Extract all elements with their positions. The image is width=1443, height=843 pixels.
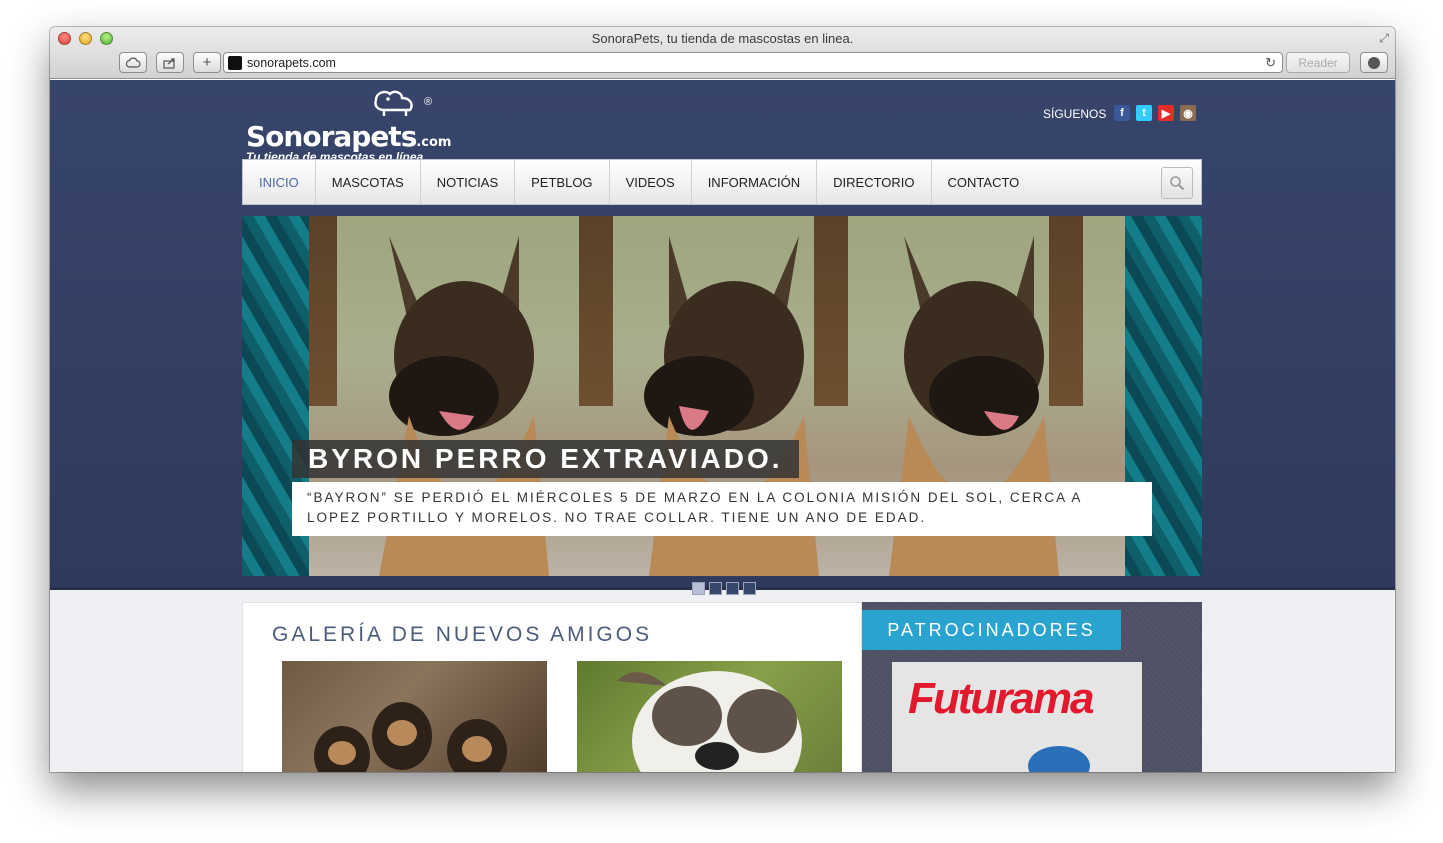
twitter-icon[interactable]: t — [1136, 105, 1152, 121]
web-page: ® Sonorapets.com Tu tienda de mascotas e… — [50, 80, 1395, 772]
logo-name: Sonorapets — [246, 120, 417, 153]
icloud-tabs-button[interactable] — [119, 52, 147, 73]
window-title: SonoraPets, tu tienda de mascostas en li… — [591, 31, 854, 46]
add-bookmark-button[interactable]: + — [193, 52, 221, 73]
slider-dot[interactable] — [692, 582, 705, 595]
nav-item-informacion[interactable]: INFORMACIÓN — [692, 160, 818, 204]
nav-item-inicio[interactable]: INICIO — [243, 160, 316, 204]
sponsor-graphic — [1028, 746, 1090, 772]
slider-dot[interactable] — [743, 582, 756, 595]
share-button[interactable] — [156, 52, 184, 73]
slider-pagination — [692, 582, 756, 595]
browser-toolbar: SonoraPets, tu tienda de mascostas en li… — [50, 27, 1395, 152]
sponsor-banner[interactable]: Futurama — [892, 662, 1142, 772]
slider-dot[interactable] — [726, 582, 739, 595]
slide-tree — [309, 216, 337, 406]
sponsor-logo-text: Futurama — [908, 674, 1094, 723]
nav-item-mascotas[interactable]: MASCOTAS — [316, 160, 421, 204]
search-button[interactable] — [1161, 167, 1193, 199]
featured-slider[interactable]: BYRON PERRO EXTRAVIADO. “BAYRON” SE PERD… — [242, 216, 1202, 576]
dog-logo-icon — [374, 90, 413, 116]
logo-suffix: .com — [416, 135, 452, 150]
search-icon — [1170, 176, 1185, 191]
social-links: f t ▶ ◉ — [1114, 105, 1196, 121]
address-bar[interactable]: sonorapets.com ↻ — [223, 52, 1283, 73]
slide-tree — [579, 216, 613, 406]
logo-text: Sonorapets.com — [246, 120, 451, 153]
cloud-icon — [125, 57, 141, 68]
site-logo[interactable]: ® Sonorapets.com Tu tienda de mascotas e… — [246, 88, 451, 164]
reload-icon[interactable]: ↻ — [1265, 55, 1276, 71]
instagram-icon[interactable]: ◉ — [1180, 105, 1196, 121]
fullscreen-icon[interactable]: ⤢ — [1379, 31, 1389, 46]
youtube-icon[interactable]: ▶ — [1158, 105, 1174, 121]
bulldog-image — [617, 671, 802, 772]
downloads-button[interactable] — [1360, 52, 1388, 73]
gallery-title: GALERÍA DE NUEVOS AMIGOS — [272, 623, 653, 646]
gallery-thumbnail[interactable] — [577, 661, 842, 772]
nav-item-contacto[interactable]: CONTACTO — [932, 160, 1036, 204]
share-icon — [163, 57, 175, 69]
nav-item-videos[interactable]: VIDEOS — [610, 160, 692, 204]
slide-description: “BAYRON” SE PERDIÓ EL MIÉRCOLES 5 DE MAR… — [292, 482, 1152, 536]
gallery-thumbnail[interactable] — [282, 661, 547, 772]
browser-window: SonoraPets, tu tienda de mascostas en li… — [50, 27, 1395, 772]
nav-item-directorio[interactable]: DIRECTORIO — [817, 160, 932, 204]
nav-item-noticias[interactable]: NOTICIAS — [421, 160, 516, 204]
facebook-icon[interactable]: f — [1114, 105, 1130, 121]
nav-item-petblog[interactable]: PETBLOG — [515, 160, 610, 204]
reader-button[interactable]: Reader — [1286, 52, 1350, 73]
puppies-image — [314, 702, 507, 772]
slide-title[interactable]: BYRON PERRO EXTRAVIADO. — [292, 440, 799, 478]
sponsors-section: PATROCINADORES Futurama — [862, 602, 1202, 772]
download-icon — [1368, 56, 1380, 69]
site-favicon-icon — [228, 55, 242, 70]
registered-mark: ® — [424, 96, 433, 108]
slider-dot[interactable] — [709, 582, 722, 595]
main-navigation: INICIO MASCOTAS NOTICIAS PETBLOG VIDEOS … — [242, 159, 1202, 205]
sponsors-title: PATROCINADORES — [862, 610, 1121, 650]
url-text: sonorapets.com — [247, 55, 336, 70]
gallery-section: GALERÍA DE NUEVOS AMIGOS — [242, 602, 862, 772]
follow-label: SÍGUENOS — [1043, 107, 1107, 121]
